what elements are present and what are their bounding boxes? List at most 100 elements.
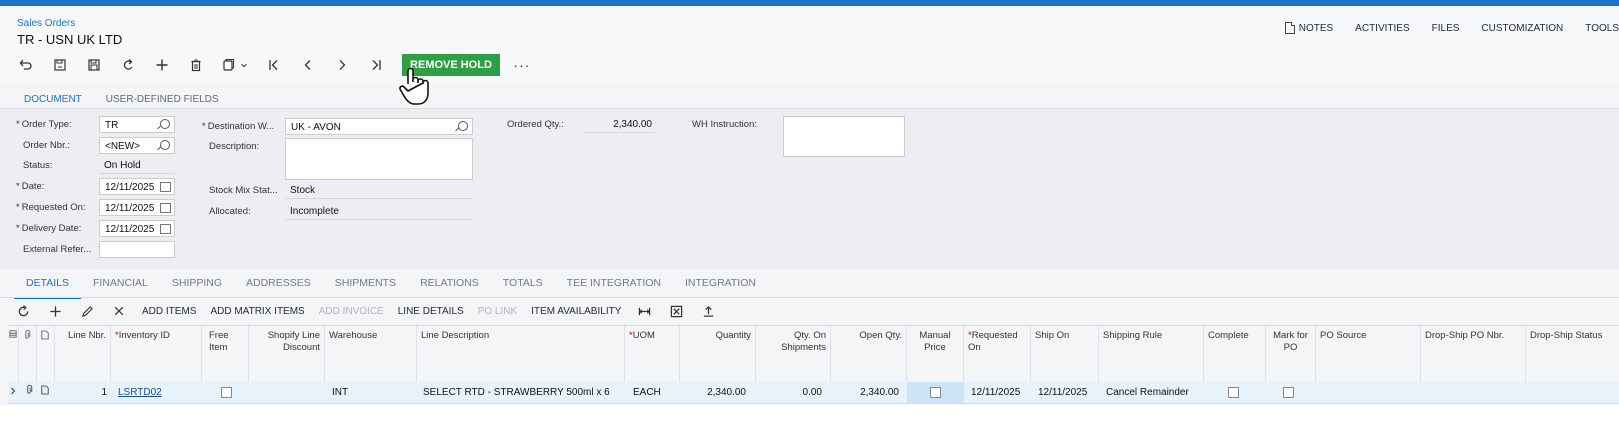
tab-financial[interactable]: FINANCIAL	[81, 276, 160, 299]
col-warehouse[interactable]: Warehouse	[325, 326, 417, 382]
col-complete[interactable]: Complete	[1204, 326, 1266, 382]
undo-icon[interactable]	[14, 53, 38, 77]
cell-requested-on[interactable]: 12/11/2025	[967, 382, 1031, 403]
add-icon[interactable]	[150, 53, 174, 77]
cell-open-qty[interactable]: 2,340.00	[831, 382, 903, 403]
col-free-item[interactable]: Free Item	[202, 326, 249, 382]
calendar-icon[interactable]	[160, 182, 171, 192]
col-line-nbr[interactable]: Line Nbr.	[55, 326, 111, 382]
line-details-button[interactable]: LINE DETAILS	[398, 306, 464, 317]
delete-icon[interactable]	[184, 53, 208, 77]
add-items-button[interactable]: ADD ITEMS	[142, 306, 196, 317]
refresh-icon[interactable]	[14, 302, 32, 320]
calendar-icon[interactable]	[160, 224, 171, 234]
po-link-button[interactable]: PO LINK	[478, 306, 517, 317]
row-expand-icon[interactable]	[8, 382, 20, 403]
cancel-icon[interactable]	[116, 53, 140, 77]
col-qty-on-shipments[interactable]: Qty. On Shipments	[756, 326, 831, 382]
add-row-icon[interactable]	[46, 302, 64, 320]
tab-relations[interactable]: RELATIONS	[408, 276, 491, 299]
export-excel-icon[interactable]	[667, 302, 685, 320]
col-drop-ship-status[interactable]: Drop-Ship Status	[1526, 326, 1619, 382]
tab-addresses[interactable]: ADDRESSES	[234, 276, 323, 299]
cell-uom[interactable]: EACH	[629, 382, 680, 403]
cell-inventory-id[interactable]: LSRTD02	[114, 382, 202, 403]
add-matrix-items-button[interactable]: ADD MATRIX ITEMS	[210, 306, 304, 317]
previous-record-icon[interactable]	[296, 53, 320, 77]
cell-qty-on-shipments[interactable]: 0.00	[756, 382, 826, 403]
destination-input[interactable]: UK - AVON	[285, 118, 473, 135]
wh-instruction-textarea[interactable]	[783, 116, 905, 157]
table-row[interactable]: 1 LSRTD02 INT SELECT RTD - STRAWBERRY 50…	[8, 382, 1619, 404]
row-selector-header[interactable]	[8, 326, 19, 382]
cell-ship-on[interactable]: 12/11/2025	[1034, 382, 1099, 403]
cell-line-nbr[interactable]: 1	[55, 382, 111, 403]
col-mark-for-po[interactable]: Mark for PO	[1266, 326, 1316, 382]
col-uom[interactable]: *UOM	[625, 326, 680, 382]
col-shipping-rule[interactable]: Shipping Rule	[1099, 326, 1204, 382]
delete-row-icon[interactable]	[110, 302, 128, 320]
cell-quantity[interactable]: 2,340.00	[680, 382, 750, 403]
cell-shopify-line-discount[interactable]	[249, 382, 325, 403]
next-record-icon[interactable]	[330, 53, 354, 77]
cell-po-source[interactable]	[1316, 382, 1421, 403]
customization-button[interactable]: CUSTOMIZATION	[1481, 23, 1563, 34]
add-invoice-button[interactable]: ADD INVOICE	[319, 306, 384, 317]
free-item-checkbox[interactable]	[221, 386, 232, 398]
col-shopify-line-discount[interactable]: Shopify Line Discount	[249, 326, 325, 382]
delivery-date-input[interactable]: 12/11/2025	[99, 220, 175, 237]
description-textarea[interactable]	[285, 138, 473, 180]
tab-tee-integration[interactable]: TEE INTEGRATION	[555, 276, 673, 299]
search-icon[interactable]	[160, 140, 170, 150]
row-attachment-icon[interactable]	[22, 382, 38, 403]
col-drop-ship-po-nbr[interactable]: Drop-Ship PO Nbr.	[1421, 326, 1526, 382]
edit-icon[interactable]	[78, 302, 96, 320]
upload-icon[interactable]	[699, 302, 717, 320]
cell-drop-ship-po-nbr[interactable]	[1421, 382, 1526, 403]
order-nbr-input[interactable]: <NEW>	[99, 137, 175, 154]
complete-checkbox[interactable]	[1228, 386, 1239, 398]
cell-mark-for-po[interactable]	[1266, 382, 1316, 403]
cell-line-description[interactable]: SELECT RTD - STRAWBERRY 500ml x 6	[419, 382, 625, 403]
manual-price-checkbox[interactable]	[930, 386, 941, 398]
search-icon[interactable]	[160, 119, 170, 129]
last-record-icon[interactable]	[364, 53, 388, 77]
save-icon[interactable]	[82, 53, 106, 77]
item-availability-button[interactable]: ITEM AVAILABILITY	[531, 306, 621, 317]
tab-integration[interactable]: INTEGRATION	[673, 276, 768, 299]
col-line-description[interactable]: Line Description	[417, 326, 625, 382]
cell-manual-price[interactable]	[907, 382, 964, 403]
col-open-qty[interactable]: Open Qty.	[831, 326, 907, 382]
order-type-input[interactable]: TR	[99, 116, 175, 133]
requested-on-input[interactable]: 12/11/2025	[99, 199, 175, 216]
files-button[interactable]: FILES	[1432, 23, 1460, 34]
mark-for-po-checkbox[interactable]	[1283, 386, 1294, 398]
tab-shipments[interactable]: SHIPMENTS	[323, 276, 408, 299]
more-actions-icon[interactable]: ···	[510, 53, 534, 77]
row-note-icon[interactable]	[38, 382, 55, 403]
first-record-icon[interactable]	[262, 53, 286, 77]
cell-shipping-rule[interactable]: Cancel Remainder	[1102, 382, 1204, 403]
copy-paste-icon[interactable]	[218, 53, 252, 77]
calendar-icon[interactable]	[160, 203, 171, 213]
col-inventory-id[interactable]: *Inventory ID	[111, 326, 202, 382]
tab-totals[interactable]: TOTALS	[491, 276, 555, 299]
date-input[interactable]: 12/11/2025	[99, 178, 175, 195]
save-close-icon[interactable]	[48, 53, 72, 77]
cell-complete[interactable]	[1204, 382, 1266, 403]
tools-button[interactable]: TOOLS	[1585, 23, 1619, 34]
notes-button[interactable]: NOTES	[1284, 22, 1333, 34]
col-requested-on[interactable]: *Requested On	[964, 326, 1031, 382]
search-icon[interactable]	[458, 121, 468, 131]
col-ship-on[interactable]: Ship On	[1031, 326, 1099, 382]
inventory-id-link[interactable]: LSRTD02	[118, 387, 162, 398]
col-po-source[interactable]: PO Source	[1316, 326, 1421, 382]
external-ref-input[interactable]	[99, 241, 175, 258]
activities-button[interactable]: ACTIVITIES	[1355, 23, 1409, 34]
cell-free-item[interactable]	[202, 382, 249, 403]
cell-drop-ship-status[interactable]	[1526, 382, 1619, 403]
col-quantity[interactable]: Quantity	[680, 326, 756, 382]
tab-details[interactable]: DETAILS	[14, 276, 81, 299]
col-manual-price[interactable]: Manual Price	[907, 326, 964, 382]
tab-shipping[interactable]: SHIPPING	[160, 276, 234, 299]
